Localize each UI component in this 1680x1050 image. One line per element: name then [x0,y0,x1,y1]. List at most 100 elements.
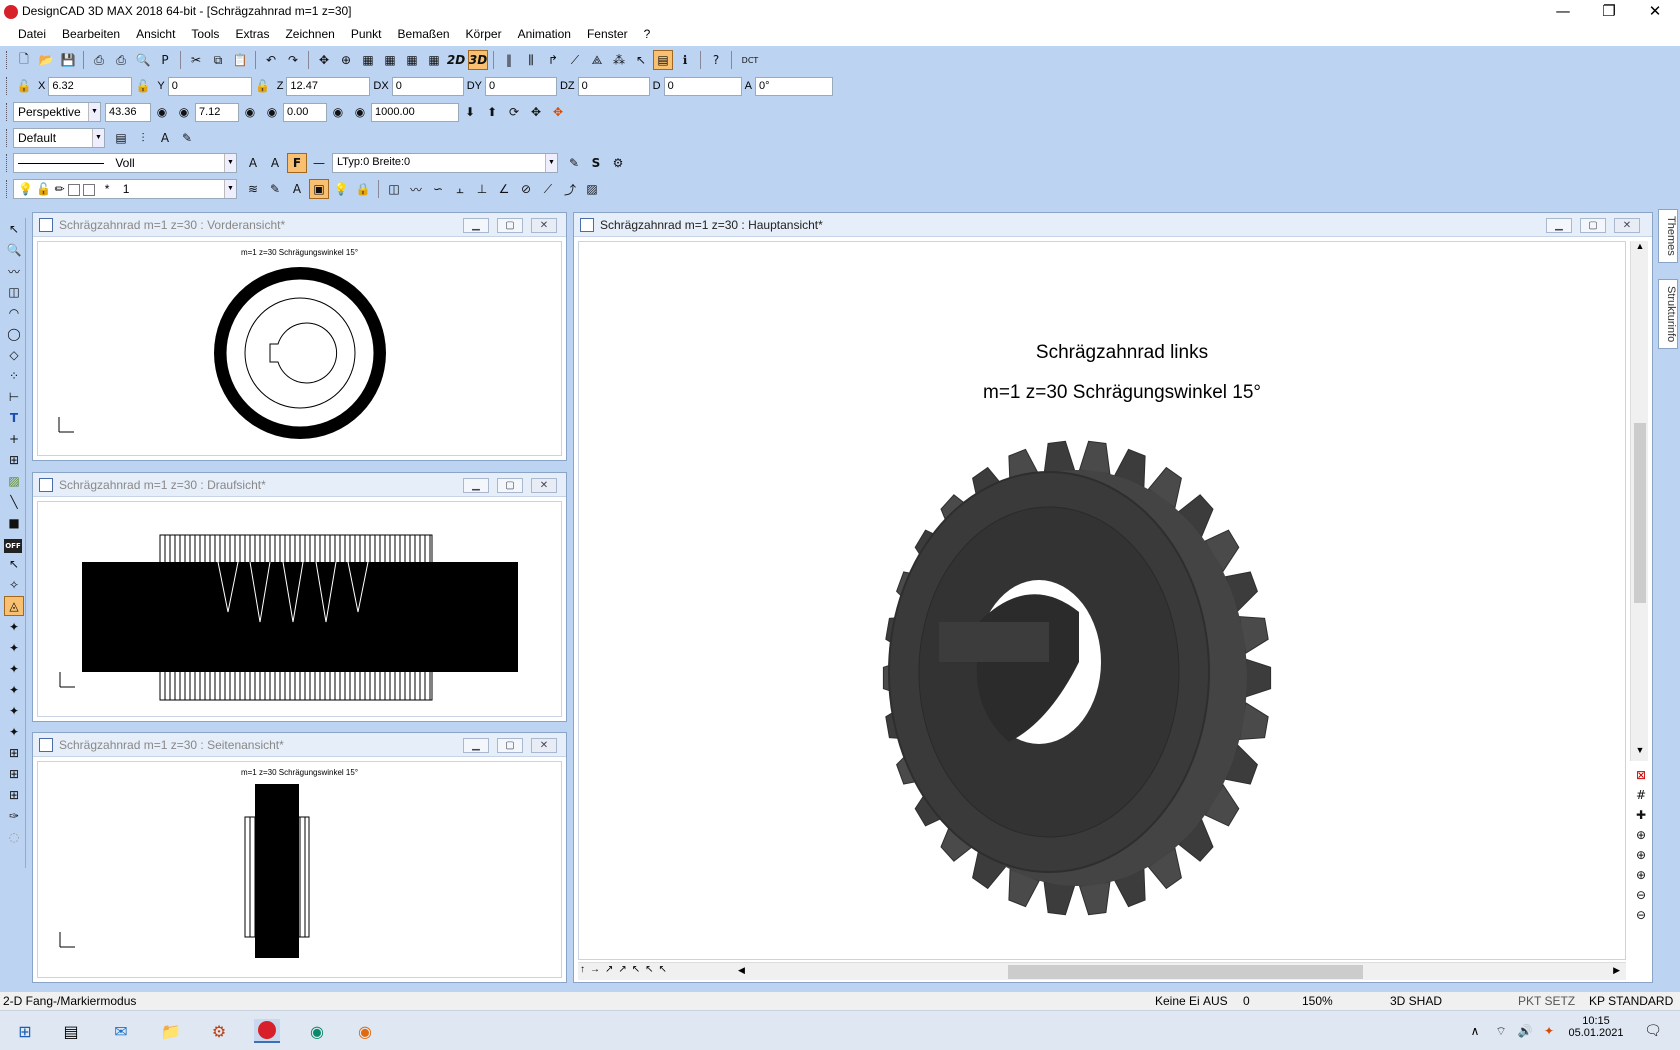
trim-icon[interactable]: ⟁ [587,50,607,70]
chevron-down-icon[interactable]: ▼ [92,129,104,147]
layers-icon[interactable]: ≋ [243,179,263,199]
view-angle-field[interactable]: 43.36 [105,102,151,122]
firefox-icon[interactable]: ◉ [352,1019,378,1043]
fill-black-icon[interactable]: ■ [4,513,24,533]
scroll-down-arrow[interactable]: ▼ [1631,745,1649,761]
document-icon[interactable]: ▤ [111,128,131,148]
tangent-icon[interactable]: ⟋ [538,179,558,199]
zoom-window-icon[interactable]: ⊕ [336,50,356,70]
dy-field[interactable]: 0 [484,76,557,96]
y-field[interactable]: 0 [167,76,252,96]
snap-r-icon[interactable]: ✦ [4,659,24,679]
group-icon[interactable]: ⊞ [4,450,24,470]
settings-app-icon[interactable]: ⚙ [206,1019,232,1043]
maximize-button[interactable]: ▢ [497,218,523,233]
zoom-cancel-icon[interactable]: ⊠ [1631,765,1651,785]
style-select[interactable]: Default ▼ [13,128,105,148]
snap-disabled-icon[interactable]: ◌ [4,827,24,847]
dz-field[interactable]: 0 [577,76,650,96]
projection-select[interactable]: Perspektive ▼ [13,102,101,122]
toolbar-grip[interactable] [6,129,9,147]
pointer-icon[interactable]: ↖ [631,50,651,70]
z-field[interactable]: 12.47 [286,76,371,96]
drawing-canvas[interactable] [37,501,562,717]
layer-text-icon[interactable]: A [287,179,307,199]
edge-browser-icon[interactable]: ◉ [304,1019,330,1043]
line-info-select[interactable]: LTyp:0 Breite:0 ▼ [332,153,558,173]
edit-line-icon[interactable]: ⟋ [565,50,585,70]
dimension-icon[interactable]: ⊢ [4,387,24,407]
view-field-2[interactable]: 7.12 [195,102,239,122]
orbit-icon[interactable]: ⟳ [504,102,524,122]
menu-ansicht[interactable]: Ansicht [128,24,183,46]
undo-icon[interactable]: ↶ [261,50,281,70]
menu-bemassen[interactable]: Bemaßen [390,24,458,46]
snap-l-icon[interactable]: ✦ [4,638,24,658]
paste-icon[interactable]: 📋 [230,50,250,70]
zoom-crosshair-icon[interactable]: ✚ [1631,805,1651,825]
snap-m-icon[interactable]: ✦ [4,701,24,721]
select-arrow-icon[interactable]: ↖ [4,219,24,239]
text-size-icon[interactable]: A [243,153,263,173]
main-view-window[interactable]: Schrägzahnrad m=1 z=30 : Hauptansicht* ▁… [573,212,1653,983]
maximize-button[interactable]: ▢ [497,478,523,493]
toolbar-grip[interactable] [6,51,9,69]
redo-icon[interactable]: ↷ [283,50,303,70]
panel-icon[interactable]: ▤ [653,50,673,70]
view-arrow-tools[interactable]: ↑→↗↗↖↖↖ [580,964,672,975]
zoom-grid-icon[interactable]: # [1631,785,1651,805]
box-icon[interactable]: ◫ [384,179,404,199]
lock-y-icon[interactable]: 🔓 [133,76,153,96]
menu-zeichnen[interactable]: Zeichnen [277,24,342,46]
lock-z-icon[interactable]: 🔓 [253,76,273,96]
restore-button[interactable]: ❐ [1586,0,1632,24]
cut-icon[interactable]: ✂ [186,50,206,70]
minimize-button[interactable]: ▁ [463,218,489,233]
menu-datei[interactable]: Datei [10,24,54,46]
close-button[interactable]: ✕ [531,738,557,753]
snap-3d-icon[interactable]: ◬ [4,596,24,616]
d-field[interactable]: 0 [663,76,742,96]
print-setup-icon[interactable]: ⎙ [111,50,131,70]
drawing-canvas[interactable]: m=1 z=30 Schrägungswinkel 15° [37,761,562,978]
volume-icon[interactable]: 🔊 [1512,1019,1538,1043]
minimize-button[interactable]: ▁ [463,738,489,753]
rotate-icon[interactable]: ◉ [240,102,260,122]
zoom-icon[interactable]: 🔍 [4,240,24,260]
snap-m2-icon[interactable]: ✦ [4,722,24,742]
view-icon-4[interactable]: ▦ [424,50,444,70]
scroll-right-arrow[interactable]: ▶ [1613,965,1620,976]
grid-points-icon[interactable]: ⁘ [4,366,24,386]
zoom-in-icon[interactable]: ⊕ [1631,825,1651,845]
solid-box-icon[interactable]: ◫ [4,282,24,302]
symbol-s-icon[interactable]: S [586,153,606,173]
layer-settings-icon[interactable]: ⚙ [608,153,628,173]
snap-tool-icon[interactable]: ✧ [4,575,24,595]
scroll-thumb[interactable] [1634,423,1646,603]
mode-2d-button[interactable]: 2D [446,50,466,70]
designcad-task-icon[interactable] [254,1019,280,1043]
chevron-down-icon[interactable]: ▼ [545,154,557,172]
line-tool-icon[interactable]: 〰 [4,261,24,281]
dct-button[interactable]: DCT [737,50,763,70]
align-icon[interactable]: ⫠ [450,179,470,199]
center-view-icon[interactable]: ✥ [548,102,568,122]
select-group-icon[interactable]: ⁂ [609,50,629,70]
menu-koerper[interactable]: Körper [458,24,510,46]
eye-2-icon[interactable]: ◉ [350,102,370,122]
menu-animation[interactable]: Animation [510,24,579,46]
text-icon[interactable]: A [265,153,285,173]
toolbar-grip[interactable] [6,180,9,198]
mirror-icon[interactable]: ‖ [499,50,519,70]
chevron-down-icon[interactable]: ▼ [88,103,100,121]
circle-icon[interactable]: ◯ [4,324,24,344]
top-view-window[interactable]: Schrägzahnrad m=1 z=30 : Draufsicht* ▁ ▢… [32,472,567,722]
close-button[interactable]: ✕ [531,478,557,493]
view-icon-1[interactable]: ▦ [358,50,378,70]
close-button[interactable]: ✕ [1632,0,1678,24]
text-tool-icon[interactable]: T [4,408,24,428]
zoom-previous-icon[interactable]: ⊖ [1631,905,1651,925]
maximize-button[interactable]: ▢ [497,738,523,753]
plot-icon[interactable]: P [155,50,175,70]
horizontal-scrollbar[interactable]: ↑→↗↗↖↖↖ ◀ ▶ [578,962,1626,980]
